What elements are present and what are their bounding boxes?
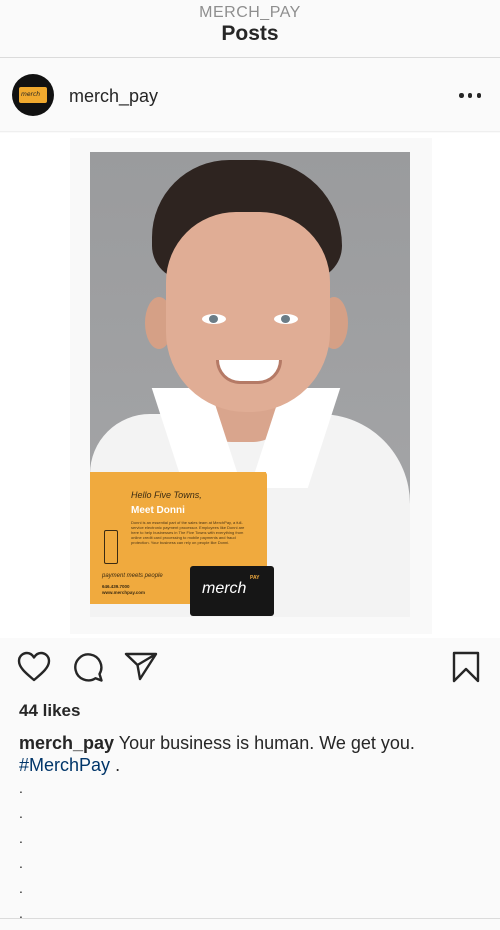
post-actions [0,638,500,696]
caption-dot: . [19,780,23,796]
post-caption: merch_pay Your business is human. We get… [19,732,489,776]
promo-website: www.merchpay.com [102,590,146,595]
merch-card-logo: merch [19,87,47,103]
caption-dots: . . . . . . [19,780,39,930]
portrait-eye [202,314,226,324]
caption-username[interactable]: merch_pay [19,733,114,753]
portrait-eye [274,314,298,324]
phone-icon [104,530,118,564]
more-horizontal-icon[interactable] [459,93,481,99]
heart-icon[interactable] [17,651,51,682]
page-title: Posts [221,22,279,45]
caption-hashtag[interactable]: #MerchPay [19,755,110,775]
caption-dot: . [19,805,23,821]
promo-phone: 646.439.7000 [102,584,130,589]
promo-body: Donni is an essential part of the sales … [131,520,245,545]
post-username[interactable]: merch_pay [69,86,158,107]
caption-text: Your business is human. We get you. [118,733,415,753]
comment-icon[interactable] [72,651,104,683]
promo-tagline: payment meets people [102,573,163,579]
promo-greeting: Hello Five Towns, [131,490,202,500]
caption-suffix: . [115,755,121,775]
like-count[interactable]: 44 likes [19,701,80,721]
caption-dot: . [19,830,23,846]
portrait-smile [216,360,282,384]
post-media[interactable]: Hello Five Towns, Meet Donni Donni is an… [0,133,500,638]
post-header: merch merch_pay [0,58,500,132]
avatar[interactable]: merch [12,74,54,116]
account-label: MERCH_PAY [199,4,301,21]
top-header: MERCH_PAY Posts [0,0,500,58]
caption-dot: . [19,880,23,896]
merchpay-logo: merch PAY [190,566,274,616]
caption-dot: . [19,855,23,871]
promo-tab [168,472,266,492]
promo-headline: Meet Donni [131,505,185,516]
send-icon[interactable] [124,651,158,681]
portrait-face [166,212,330,412]
advertisement-poster: Hello Five Towns, Meet Donni Donni is an… [90,152,410,617]
bookmark-icon[interactable] [452,651,480,683]
divider [0,918,500,919]
